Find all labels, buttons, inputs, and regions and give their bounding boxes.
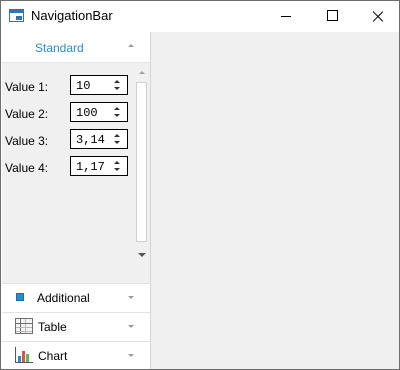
group-table-label: Table xyxy=(38,320,67,334)
scroll-down-icon[interactable] xyxy=(138,253,146,257)
spin-down-icon[interactable] xyxy=(114,87,120,90)
value-label: Value 1: xyxy=(5,80,49,94)
value-row: Value 1: 10 xyxy=(2,75,132,99)
spin-value: 10 xyxy=(76,79,91,93)
scroll-up-icon[interactable] xyxy=(139,71,145,74)
value-label: Value 4: xyxy=(5,161,49,175)
close-button[interactable] xyxy=(355,1,399,32)
value-label: Value 3: xyxy=(5,134,49,148)
spin-up-icon[interactable] xyxy=(114,161,120,164)
spin-down-icon[interactable] xyxy=(114,141,120,144)
app-window-icon xyxy=(9,9,24,22)
chevron-up-icon xyxy=(128,44,134,47)
minimize-button[interactable] xyxy=(263,1,309,32)
value-row: Value 2: 100 xyxy=(2,102,132,126)
group-table[interactable]: Table xyxy=(2,312,150,341)
vertical-scrollbar[interactable] xyxy=(134,66,150,261)
group-chart-label: Chart xyxy=(38,349,68,363)
spin-value: 3,14 xyxy=(76,133,105,147)
value-row: Value 4: 1,17 xyxy=(2,156,132,180)
scroll-thumb[interactable] xyxy=(136,82,147,242)
spin-up-icon[interactable] xyxy=(114,80,120,83)
spin-value: 1,17 xyxy=(76,160,105,174)
spin-down-icon[interactable] xyxy=(114,168,120,171)
maximize-button[interactable] xyxy=(309,1,355,32)
group-additional[interactable]: Additional xyxy=(2,283,150,312)
group-standard-label: Standard xyxy=(35,41,84,55)
group-additional-label: Additional xyxy=(37,291,90,305)
value-2-spin-editor[interactable]: 100 xyxy=(70,102,128,122)
navigation-bar: Standard Value 1: 10 Value 2: 100 Value … xyxy=(2,32,151,369)
group-standard-content: Value 1: 10 Value 2: 100 Value 3: 3,14 V… xyxy=(2,63,150,312)
value-3-spin-editor[interactable]: 3,14 xyxy=(70,129,128,149)
chevron-down-icon xyxy=(128,296,134,299)
spin-up-icon[interactable] xyxy=(114,107,120,110)
content-area xyxy=(151,32,399,369)
chevron-down-icon xyxy=(128,354,134,357)
spin-value: 100 xyxy=(76,106,98,120)
value-4-spin-editor[interactable]: 1,17 xyxy=(70,156,128,176)
app-window: NavigationBar Standard Value 1: 10 Value… xyxy=(0,0,400,370)
title-bar[interactable]: NavigationBar xyxy=(1,1,399,32)
window-title: NavigationBar xyxy=(31,8,113,23)
spin-up-icon[interactable] xyxy=(114,134,120,137)
value-label: Value 2: xyxy=(5,107,49,121)
spin-down-icon[interactable] xyxy=(114,114,120,117)
value-1-spin-editor[interactable]: 10 xyxy=(70,75,128,95)
value-row: Value 3: 3,14 xyxy=(2,129,132,153)
group-standard-header[interactable]: Standard xyxy=(2,32,150,63)
group-chart[interactable]: Chart xyxy=(2,341,150,369)
bar-chart-icon xyxy=(15,347,33,363)
chevron-down-icon xyxy=(128,325,134,328)
table-icon xyxy=(15,318,33,334)
square-icon xyxy=(16,293,24,301)
